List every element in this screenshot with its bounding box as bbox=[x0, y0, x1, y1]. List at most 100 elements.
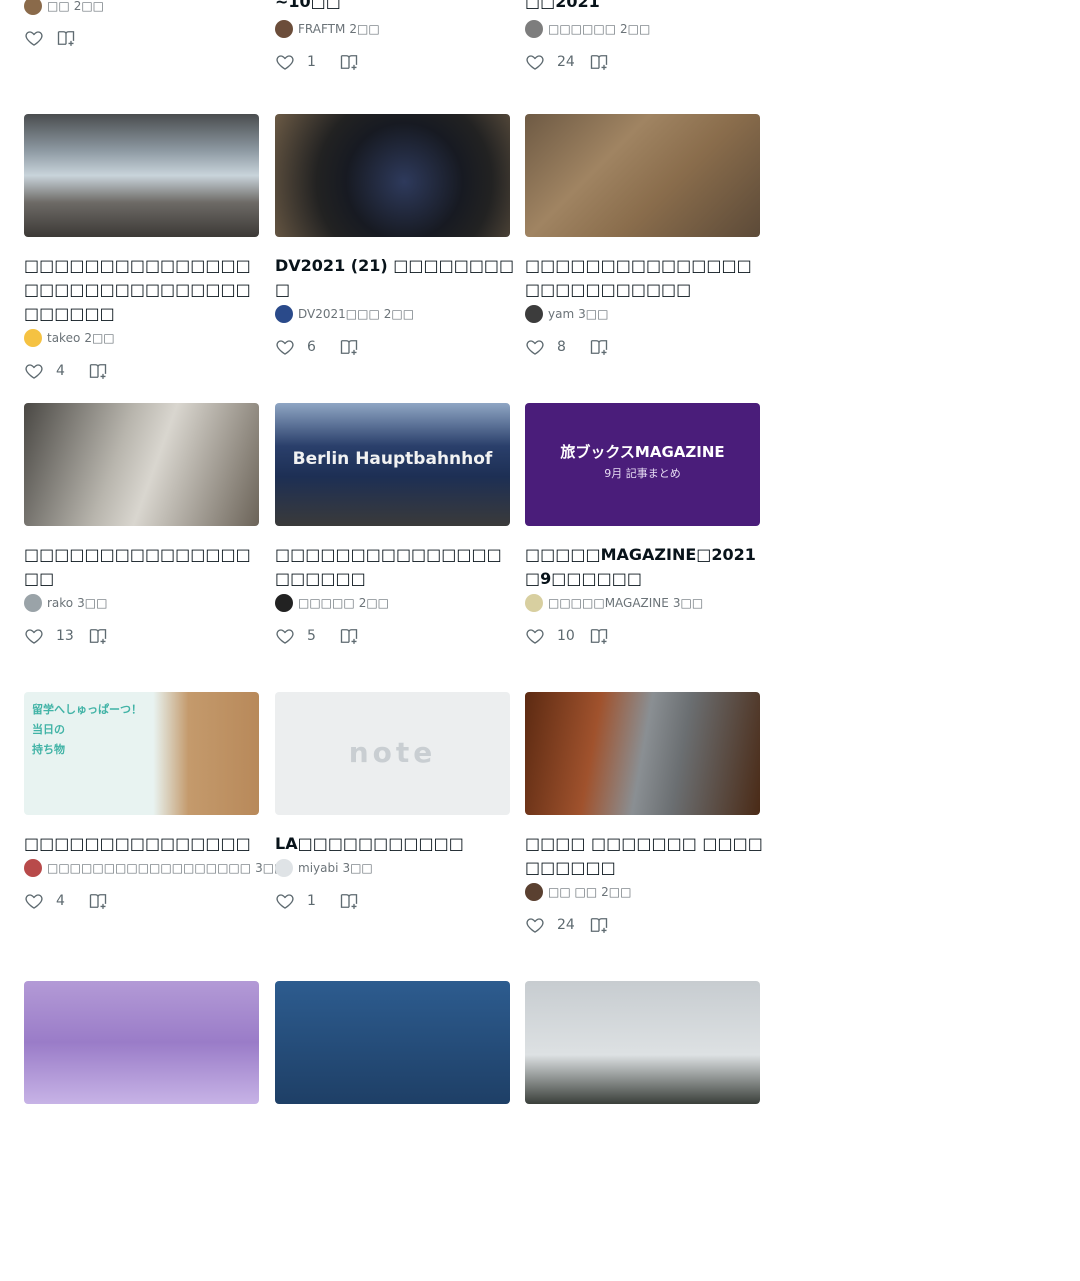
avatar[interactable] bbox=[525, 594, 543, 612]
article-card[interactable] bbox=[24, 981, 259, 1281]
article-title[interactable]: □□□□□□□□□□□□□□□□□□□□□□□□□□□□□□□□□□□□ bbox=[24, 254, 264, 326]
article-card[interactable]: □□□□ □□□□□□□ □□□□□□□□□□ □□ □□ 2□□ 24 bbox=[525, 692, 763, 992]
article-title[interactable]: LA□□□□□□□□□□□ bbox=[275, 832, 515, 856]
heart-icon[interactable] bbox=[525, 915, 545, 935]
article-author[interactable]: □□ □□ 2□□ bbox=[525, 883, 631, 901]
heart-icon[interactable] bbox=[275, 337, 295, 357]
article-card[interactable]: □□□□□□□□□□□□□□□□□□□□□□□□□□ yam 3□□ 8 bbox=[525, 114, 760, 414]
article-thumbnail[interactable] bbox=[525, 114, 760, 237]
add-to-magazine-icon[interactable] bbox=[339, 337, 359, 357]
author-name[interactable]: □□□□□MAGAZINE bbox=[548, 596, 669, 610]
heart-icon[interactable] bbox=[24, 361, 44, 381]
add-to-magazine-icon[interactable] bbox=[339, 891, 359, 911]
article-thumbnail[interactable]: Berlin Hauptbahnhof bbox=[275, 403, 510, 526]
like-count: 10 bbox=[557, 628, 575, 644]
heart-icon[interactable] bbox=[24, 891, 44, 911]
author-name[interactable]: miyabi bbox=[298, 861, 338, 875]
heart-icon[interactable] bbox=[24, 28, 44, 48]
author-name[interactable]: □□□□□□ bbox=[548, 22, 616, 36]
article-author[interactable]: takeo 2□□ bbox=[24, 329, 115, 347]
heart-icon[interactable] bbox=[525, 337, 545, 357]
avatar[interactable] bbox=[24, 859, 42, 877]
article-title[interactable]: □□□□□□□□□□□□□□□ bbox=[24, 832, 264, 856]
author-name[interactable]: DV2021□□□ bbox=[298, 307, 380, 321]
add-to-magazine-icon[interactable] bbox=[589, 52, 609, 72]
add-to-magazine-icon[interactable] bbox=[88, 891, 108, 911]
article-thumbnail[interactable] bbox=[24, 114, 259, 237]
article-card[interactable] bbox=[275, 981, 510, 1281]
article-card[interactable]: 旅ブックスMAGAZINE 9月 記事まとめ □□□□□MAGAZINE□2021□… bbox=[525, 403, 760, 703]
article-title[interactable]: ~10□□ bbox=[275, 0, 515, 14]
article-author[interactable]: yam 3□□ bbox=[525, 305, 608, 323]
author-name[interactable]: rako bbox=[47, 596, 73, 610]
author-name[interactable]: □□ bbox=[47, 0, 70, 13]
avatar[interactable] bbox=[24, 594, 42, 612]
add-to-magazine-icon[interactable] bbox=[339, 626, 359, 646]
article-title[interactable]: □□□□□□□□□□□□□□□□□□□□□ bbox=[275, 543, 515, 591]
heart-icon[interactable] bbox=[525, 626, 545, 646]
article-author[interactable]: □□□□□□□□□□□□□□□□□□ 3□□ bbox=[24, 859, 285, 877]
add-to-magazine-icon[interactable] bbox=[589, 626, 609, 646]
article-thumbnail[interactable]: note bbox=[275, 692, 510, 815]
article-author[interactable]: □□ 2□□ bbox=[24, 0, 104, 15]
avatar[interactable] bbox=[24, 0, 42, 15]
add-to-magazine-icon[interactable] bbox=[88, 361, 108, 381]
article-author[interactable]: FRAFTM 2□□ bbox=[275, 20, 380, 38]
article-author[interactable]: □□□□□MAGAZINE 3□□ bbox=[525, 594, 703, 612]
like-count: 24 bbox=[557, 917, 575, 933]
article-author[interactable]: DV2021□□□ 2□□ bbox=[275, 305, 414, 323]
heart-icon[interactable] bbox=[275, 626, 295, 646]
article-card[interactable] bbox=[525, 981, 760, 1281]
article-card[interactable]: □□□□□□□□□□□□□□□□□ rako 3□□ 13 bbox=[24, 403, 259, 703]
article-title[interactable]: □□2021 bbox=[525, 0, 765, 14]
article-card[interactable]: □□□□□□□□□□□□□□□□□□□□□□□□□□□□□□□□□□□□ take… bbox=[24, 114, 259, 414]
article-actions bbox=[24, 26, 76, 50]
add-to-magazine-icon[interactable] bbox=[589, 337, 609, 357]
avatar[interactable] bbox=[275, 305, 293, 323]
add-to-magazine-icon[interactable] bbox=[339, 52, 359, 72]
heart-icon[interactable] bbox=[275, 52, 295, 72]
article-thumbnail[interactable] bbox=[275, 981, 510, 1104]
article-title[interactable]: □□□□□□□□□□□□□□□□□□□□□□□□□□ bbox=[525, 254, 765, 302]
author-name[interactable]: takeo bbox=[47, 331, 80, 345]
article-card[interactable]: DV2021 (21) □□□□□□□□□ DV2021□□□ 2□□ 6 bbox=[275, 114, 514, 414]
avatar[interactable] bbox=[525, 20, 543, 38]
avatar[interactable] bbox=[275, 594, 293, 612]
author-name[interactable]: □□□□□□□□□□□□□□□□□□ bbox=[47, 861, 251, 875]
article-title[interactable]: □□□□□□□□□□□□□□□□□ bbox=[24, 543, 264, 591]
avatar[interactable] bbox=[275, 20, 293, 38]
article-author[interactable]: miyabi 3□□ bbox=[275, 859, 373, 877]
add-to-magazine-icon[interactable] bbox=[589, 915, 609, 935]
article-card[interactable]: note LA□□□□□□□□□□□ miyabi 3□□ 1 bbox=[275, 692, 510, 992]
article-thumbnail[interactable] bbox=[24, 403, 259, 526]
published-time: 2□□ bbox=[358, 596, 390, 610]
article-thumbnail[interactable] bbox=[275, 114, 510, 237]
article-thumbnail[interactable] bbox=[525, 981, 760, 1104]
article-title[interactable]: □□□□ □□□□□□□ □□□□□□□□□□ bbox=[525, 832, 765, 880]
avatar[interactable] bbox=[275, 859, 293, 877]
article-thumbnail[interactable] bbox=[24, 981, 259, 1104]
article-card[interactable]: 留学へしゅっぱーつ！ 当日の 持ち物 □□□□□□□□□□□□□□□ □□□□□□□… bbox=[24, 692, 285, 992]
avatar[interactable] bbox=[525, 883, 543, 901]
author-name[interactable]: □□□□□ bbox=[298, 596, 355, 610]
author-name[interactable]: yam bbox=[548, 307, 574, 321]
add-to-magazine-icon[interactable] bbox=[56, 28, 76, 48]
article-thumbnail[interactable] bbox=[525, 692, 760, 815]
heart-icon[interactable] bbox=[24, 626, 44, 646]
article-author[interactable]: □□□□□□ 2□□ bbox=[525, 20, 650, 38]
article-author[interactable]: rako 3□□ bbox=[24, 594, 107, 612]
avatar[interactable] bbox=[525, 305, 543, 323]
avatar[interactable] bbox=[24, 329, 42, 347]
article-author[interactable]: □□□□□ 2□□ bbox=[275, 594, 389, 612]
heart-icon[interactable] bbox=[275, 891, 295, 911]
article-title[interactable]: □□□□□MAGAZINE□2021□9□□□□□□ bbox=[525, 543, 765, 591]
article-actions: 1 bbox=[275, 889, 359, 913]
author-name[interactable]: □□ □□ bbox=[548, 885, 597, 899]
add-to-magazine-icon[interactable] bbox=[88, 626, 108, 646]
article-card[interactable]: Berlin Hauptbahnhof □□□□□□□□□□□□□□□□□□□□□… bbox=[275, 403, 510, 703]
article-thumbnail[interactable]: 留学へしゅっぱーつ！ 当日の 持ち物 bbox=[24, 692, 259, 815]
author-name[interactable]: FRAFTM bbox=[298, 22, 345, 36]
heart-icon[interactable] bbox=[525, 52, 545, 72]
article-title[interactable]: DV2021 (21) □□□□□□□□□ bbox=[275, 254, 515, 302]
article-thumbnail[interactable]: 旅ブックスMAGAZINE 9月 記事まとめ bbox=[525, 403, 760, 526]
